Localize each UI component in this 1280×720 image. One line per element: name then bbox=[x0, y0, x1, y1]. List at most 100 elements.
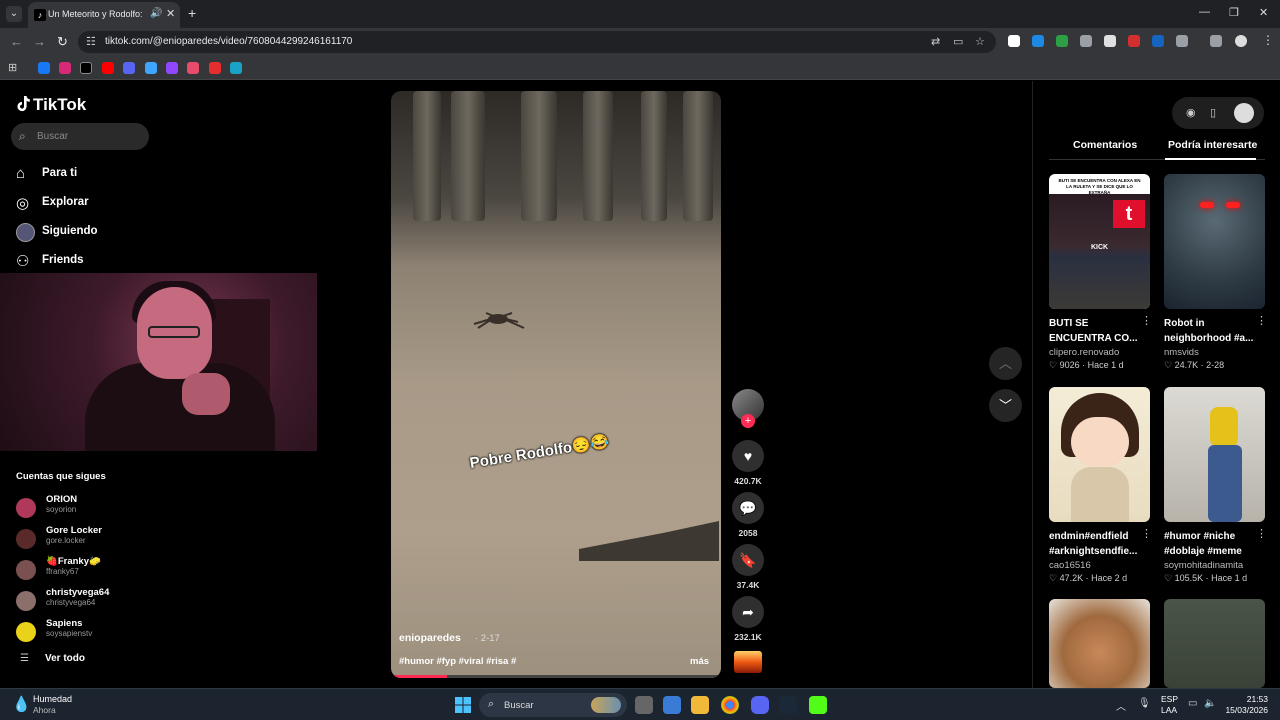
facebook-icon[interactable] bbox=[38, 62, 50, 74]
bookmark-icon[interactable] bbox=[230, 62, 242, 74]
store-icon[interactable] bbox=[663, 696, 681, 714]
heart-outline-icon: ♡ bbox=[1049, 573, 1058, 583]
weather-title[interactable]: Humedad bbox=[33, 694, 72, 704]
kick-icon[interactable] bbox=[809, 696, 827, 714]
back-icon[interactable]: ← bbox=[10, 34, 23, 49]
more-options-icon[interactable]: ⋮ bbox=[1141, 527, 1152, 540]
see-all-label: Ver todo bbox=[45, 653, 86, 664]
bookmark-icon[interactable] bbox=[145, 62, 157, 74]
thumbnail-character-body bbox=[1071, 467, 1129, 522]
clock-time[interactable]: 21:53 bbox=[1224, 694, 1268, 704]
x-icon[interactable] bbox=[80, 62, 92, 74]
video-progress-bar[interactable] bbox=[391, 675, 721, 678]
video-hashtags[interactable]: #humor #fyp #viral #risa # bbox=[399, 656, 516, 667]
more-options-icon[interactable]: ⋮ bbox=[1256, 527, 1267, 540]
heart-outline-icon: ♡ bbox=[1049, 360, 1058, 370]
extension-icon[interactable] bbox=[1008, 35, 1020, 47]
steam-icon[interactable] bbox=[779, 696, 797, 714]
twitch-icon[interactable] bbox=[166, 62, 178, 74]
save-button[interactable]: 🔖 bbox=[732, 544, 764, 576]
extension-icon[interactable] bbox=[1056, 35, 1068, 47]
extension-icon[interactable] bbox=[1152, 35, 1164, 47]
follow-plus-icon[interactable]: + bbox=[741, 414, 755, 428]
friends-icon: ⚇ bbox=[16, 253, 30, 270]
account-name: 🍓Franky🧽 bbox=[46, 556, 101, 567]
cast-icon[interactable]: ▭ bbox=[953, 35, 963, 48]
tab-search-icon[interactable]: ⌄ bbox=[6, 6, 22, 22]
windows-start-icon[interactable] bbox=[455, 697, 471, 713]
close-tab-icon[interactable]: ✕ bbox=[166, 7, 175, 20]
search-input[interactable]: ⌕ Buscar bbox=[11, 123, 149, 150]
network-icon[interactable]: ▭ bbox=[1188, 698, 1197, 709]
translate-icon[interactable]: ⇄ bbox=[931, 35, 940, 48]
tab-title: Un Meteorito y Rodolfo: Hu bbox=[48, 9, 143, 19]
video-player[interactable]: Pobre Rodolfo😔😂 enioparedes · 2-17 #humo… bbox=[391, 91, 721, 678]
bookmark-icon[interactable] bbox=[209, 62, 221, 74]
more-options-icon[interactable]: ⋮ bbox=[1256, 314, 1267, 327]
extension-icon[interactable] bbox=[1080, 35, 1092, 47]
youtube-icon[interactable] bbox=[102, 62, 114, 74]
previous-video-button[interactable]: ︿ bbox=[989, 347, 1022, 380]
minimize-icon[interactable]: — bbox=[1199, 6, 1210, 18]
chrome-menu-icon[interactable]: ⋮ bbox=[1262, 34, 1274, 46]
video-scene-rock bbox=[579, 521, 719, 561]
music-disc-icon[interactable] bbox=[734, 651, 762, 673]
restore-icon[interactable]: ❐ bbox=[1229, 6, 1239, 19]
thumbnail-badge: KICK bbox=[1091, 244, 1109, 251]
tab-comentarios[interactable]: Comentarios bbox=[1073, 139, 1137, 151]
extension-icon[interactable] bbox=[1032, 35, 1044, 47]
account-handle: soyorion bbox=[46, 505, 77, 514]
video-author[interactable]: enioparedes bbox=[399, 632, 461, 644]
address-bar[interactable]: ☷ tiktok.com/@enioparedes/video/76080442… bbox=[78, 31, 996, 53]
chevron-up-icon: ︿ bbox=[998, 356, 1012, 371]
card-author: clipero.renovado bbox=[1049, 347, 1120, 358]
tiktok-page: TikTok ⌕ Buscar ⌂ Para ti ◎ Explorar Sig… bbox=[0, 81, 1280, 688]
avatar[interactable] bbox=[1234, 103, 1254, 123]
nav-label: Friends bbox=[42, 254, 84, 266]
site-info-icon[interactable]: ☷ bbox=[86, 35, 96, 48]
bookmark-star-icon[interactable]: ☆ bbox=[975, 35, 985, 48]
video-thumbnail bbox=[1049, 599, 1150, 688]
right-panel: ◉ ▯ Comentarios Podría interesarte BUTI … bbox=[1032, 81, 1280, 688]
taskbar-search[interactable]: ⌕ Buscar bbox=[479, 693, 627, 717]
share-button[interactable]: ➦ bbox=[732, 596, 764, 628]
extensions-puzzle-icon[interactable] bbox=[1176, 35, 1188, 47]
extension-icon[interactable] bbox=[1104, 35, 1116, 47]
forward-icon[interactable]: → bbox=[33, 34, 46, 49]
device-icon[interactable]: ▯ bbox=[1210, 106, 1216, 119]
like-count: 420.7K bbox=[734, 476, 762, 486]
audio-playing-icon[interactable]: 🔊 bbox=[150, 8, 162, 19]
like-button[interactable]: ♥ bbox=[732, 440, 764, 472]
browser-tab[interactable]: ♪ Un Meteorito y Rodolfo: Hu 🔊 ✕ bbox=[28, 2, 180, 28]
more-button[interactable]: más bbox=[690, 656, 709, 667]
reading-list-icon[interactable] bbox=[1210, 35, 1222, 47]
window-close-icon[interactable]: ✕ bbox=[1259, 6, 1268, 19]
comment-button[interactable]: 💬 bbox=[732, 492, 764, 524]
humidity-drop-icon[interactable]: 💧 bbox=[12, 695, 31, 713]
thumbnail-robot-eye bbox=[1200, 202, 1214, 208]
language-label[interactable]: ESP bbox=[1161, 694, 1178, 704]
instagram-icon[interactable] bbox=[59, 62, 71, 74]
chrome-taskbar-icon[interactable] bbox=[721, 696, 739, 714]
file-explorer-icon[interactable] bbox=[691, 696, 709, 714]
next-video-button[interactable]: ﹀ bbox=[989, 389, 1022, 422]
comment-count: 2058 bbox=[738, 528, 758, 538]
profile-avatar[interactable] bbox=[1235, 35, 1247, 47]
extension-icon[interactable] bbox=[1128, 35, 1140, 47]
bookmark-icon[interactable] bbox=[187, 62, 199, 74]
explore-icon[interactable]: ◉ bbox=[1186, 106, 1196, 119]
discord-icon[interactable] bbox=[751, 696, 769, 714]
account-handle: ffranky67 bbox=[46, 567, 79, 576]
task-view-icon[interactable] bbox=[635, 696, 653, 714]
tray-chevron-up-icon[interactable]: ︿ bbox=[1116, 698, 1126, 713]
bookmark-icon[interactable] bbox=[123, 62, 135, 74]
new-tab-icon[interactable]: + bbox=[188, 5, 196, 21]
apps-grid-icon[interactable]: ⊞ bbox=[8, 62, 20, 74]
video-scene-tree bbox=[521, 91, 557, 221]
tiktok-logo[interactable]: TikTok bbox=[16, 95, 86, 115]
microphone-icon[interactable]: 🎙 bbox=[1138, 698, 1151, 709]
reload-icon[interactable]: ↻ bbox=[57, 34, 68, 50]
more-options-icon[interactable]: ⋮ bbox=[1141, 314, 1152, 327]
tab-podria-interesarte[interactable]: Podría interesarte bbox=[1168, 139, 1257, 151]
account-name: Gore Locker bbox=[46, 525, 102, 536]
